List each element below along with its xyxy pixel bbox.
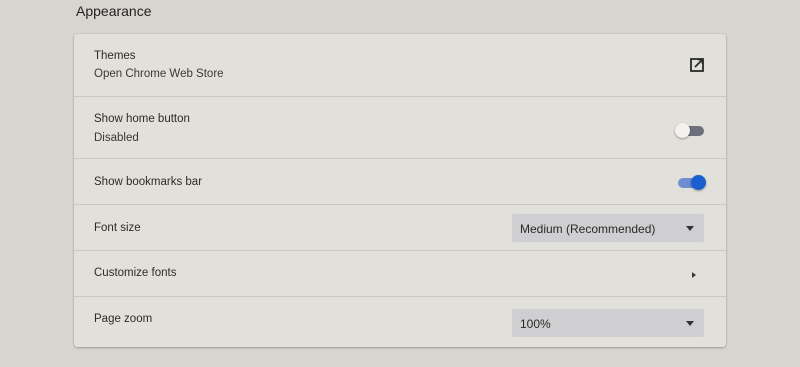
font-size-label: Font size xyxy=(94,222,141,234)
page-zoom-label: Page zoom xyxy=(94,313,153,325)
page-zoom-row: Page zoom 100% xyxy=(74,296,726,348)
font-size-row: Font size Medium (Recommended) xyxy=(74,204,726,251)
bookmarks-bar-row: Show bookmarks bar xyxy=(74,158,726,205)
page-zoom-value: 100% xyxy=(520,317,551,331)
bookmarks-bar-toggle[interactable] xyxy=(676,175,706,190)
toggle-knob xyxy=(675,123,690,138)
open-in-new-icon[interactable] xyxy=(690,58,704,72)
home-button-toggle[interactable] xyxy=(675,123,704,138)
dropdown-arrow-icon xyxy=(686,226,694,231)
section-title: Appearance xyxy=(76,3,152,19)
themes-row[interactable]: Themes Open Chrome Web Store xyxy=(74,34,726,96)
font-size-value: Medium (Recommended) xyxy=(520,222,656,236)
appearance-card: Themes Open Chrome Web Store Show home b… xyxy=(74,34,726,347)
page-zoom-select[interactable]: 100% xyxy=(512,309,704,337)
dropdown-arrow-icon xyxy=(686,321,694,326)
home-button-label: Show home button xyxy=(94,113,190,125)
bookmarks-bar-label: Show bookmarks bar xyxy=(94,176,203,188)
toggle-knob xyxy=(691,175,706,190)
customize-fonts-row[interactable]: Customize fonts xyxy=(74,250,726,297)
font-size-select[interactable]: Medium (Recommended) xyxy=(512,214,704,242)
chevron-right-icon xyxy=(692,272,696,278)
home-button-row: Show home button Disabled xyxy=(74,96,726,159)
themes-label: Themes xyxy=(94,50,136,62)
home-button-status: Disabled xyxy=(94,132,139,144)
customize-fonts-label: Customize fonts xyxy=(94,267,177,279)
themes-sublabel: Open Chrome Web Store xyxy=(94,68,224,80)
